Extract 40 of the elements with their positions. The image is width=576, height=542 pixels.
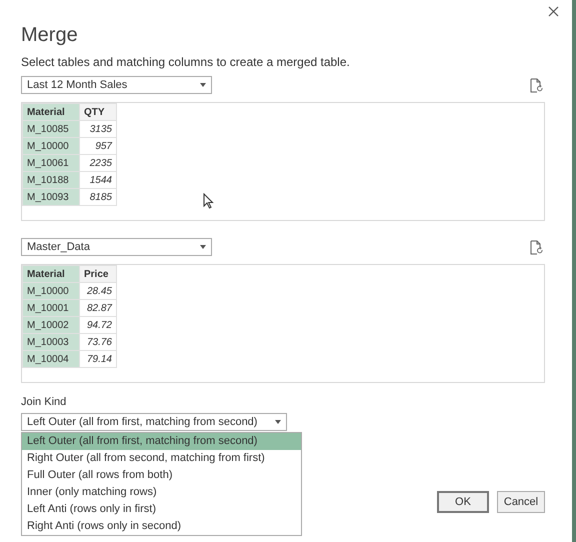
- join-kind-option[interactable]: Left Outer (all from first, matching from second): [22, 433, 301, 450]
- table-cell: 1544: [80, 172, 116, 188]
- cancel-button[interactable]: Cancel: [497, 491, 545, 513]
- close-icon: [548, 6, 558, 16]
- join-kind-label: Join Kind: [21, 395, 66, 409]
- table-cell: M_10001: [22, 300, 80, 316]
- table-cell: M_10188: [22, 172, 80, 188]
- table-cell: 3135: [80, 120, 116, 138]
- table-cell: M_10000: [22, 138, 80, 154]
- table-cell: 957: [80, 138, 116, 154]
- table-cell: 8185: [80, 188, 116, 206]
- table-cell: M_10003: [22, 334, 80, 350]
- ok-button[interactable]: OK: [437, 491, 489, 513]
- table-cell: 28.45: [80, 282, 116, 300]
- table-cell: M_10093: [22, 188, 80, 206]
- caret-icon: [200, 245, 206, 249]
- column-header[interactable]: Material: [22, 266, 80, 282]
- table-cell: 73.76: [80, 334, 116, 350]
- dialog-title: Merge: [21, 23, 79, 48]
- mouse-cursor-icon: [203, 193, 214, 209]
- table-dropdown[interactable]: Last 12 Month Sales: [21, 76, 212, 94]
- table-cell: M_10000: [22, 282, 80, 300]
- table-cell: 82.87: [80, 300, 116, 316]
- caret-icon: [200, 83, 206, 87]
- refresh-document-icon[interactable]: [530, 78, 543, 92]
- table-cell: M_10004: [22, 350, 80, 368]
- table-cell: 2235: [80, 154, 116, 172]
- join-kind-dropdown[interactable]: Left Outer (all from first, matching from second): [21, 413, 287, 431]
- table-cell: M_10085: [22, 120, 80, 138]
- table-cell: M_10002: [22, 316, 80, 334]
- table-cell: 94.72: [80, 316, 116, 334]
- refresh-document-icon[interactable]: [530, 240, 543, 254]
- table-cell: 79.14: [80, 350, 116, 368]
- column-header[interactable]: Price: [80, 266, 116, 282]
- column-header[interactable]: Material: [22, 104, 80, 120]
- instruction-text: Select tables and matching columns to create a merged table.: [21, 54, 350, 70]
- table-cell: M_10061: [22, 154, 80, 172]
- table-dropdown[interactable]: Master_Data: [21, 238, 212, 256]
- column-header[interactable]: QTY: [80, 104, 116, 120]
- caret-icon: [275, 420, 281, 424]
